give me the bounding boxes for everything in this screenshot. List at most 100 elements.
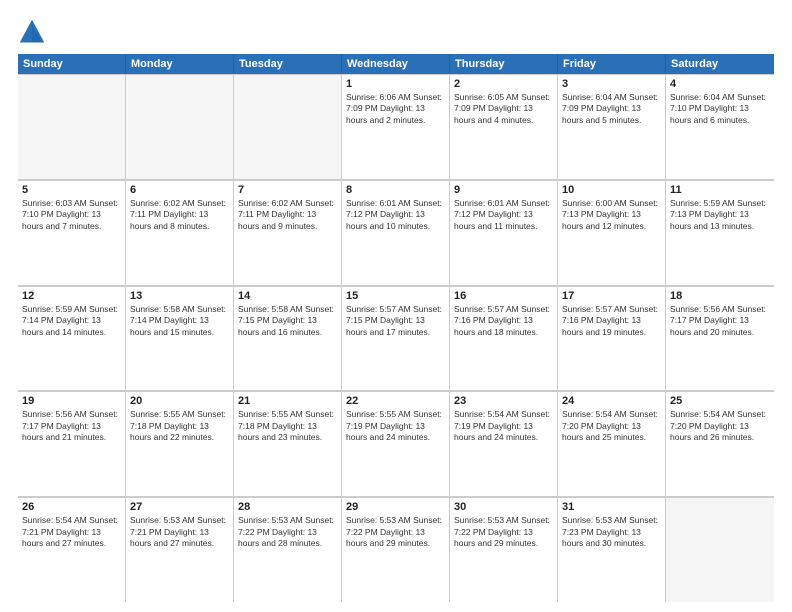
calendar-cell: 24Sunrise: 5:54 AM Sunset: 7:20 PM Dayli… bbox=[558, 391, 666, 496]
calendar-cell: 20 Sunrise: 5:55 AM Sunset: 7:18 PM Dayli… bbox=[126, 391, 234, 496]
day-number: 2 bbox=[454, 78, 553, 90]
day-number: 8 bbox=[346, 184, 445, 196]
calendar-cell: 22 Sunrise: 5:55 AM Sunset: 7:19 PM Dayli… bbox=[342, 391, 450, 496]
day-number: 15 bbox=[346, 290, 445, 302]
calendar-cell: 7Sunrise: 6:02 AM Sunset: 7:11 PM Daylig… bbox=[234, 180, 342, 285]
day-number: 7 bbox=[238, 184, 337, 196]
day-info: Sunrise: 5:58 AM Sunset: 7:15 PM Dayligh… bbox=[238, 304, 337, 338]
day-info: Sunrise: 6:04 AM Sunset: 7:10 PM Dayligh… bbox=[670, 92, 770, 126]
day-number: 1 bbox=[346, 78, 445, 90]
day-info: Sunrise: 5:56 AM Sunset: 7:17 PM Dayligh… bbox=[670, 304, 770, 338]
day-info: Sunrise: 5:57 AM Sunset: 7:15 PM Dayligh… bbox=[346, 304, 445, 338]
calendar-cell: 21 Sunrise: 5:55 AM Sunset: 7:18 PM Dayli… bbox=[234, 391, 342, 496]
calendar-cell: 2 Sunrise: 6:05 AM Sunset: 7:09 PM Daylig… bbox=[450, 74, 558, 179]
day-number: 9 bbox=[454, 184, 553, 196]
calendar-cell: 10Sunrise: 6:00 AM Sunset: 7:13 PM Dayli… bbox=[558, 180, 666, 285]
day-number: 23 bbox=[454, 395, 553, 407]
calendar-cell: 6 Sunrise: 6:02 AM Sunset: 7:11 PM Daylig… bbox=[126, 180, 234, 285]
day-info: Sunrise: 6:01 AM Sunset: 7:12 PM Dayligh… bbox=[454, 198, 553, 232]
calendar-cell: 11Sunrise: 5:59 AM Sunset: 7:13 PM Dayli… bbox=[666, 180, 774, 285]
page: SundayMondayTuesdayWednesdayThursdayFrid… bbox=[0, 0, 792, 612]
day-info: Sunrise: 5:53 AM Sunset: 7:22 PM Dayligh… bbox=[454, 515, 553, 549]
day-number: 4 bbox=[670, 78, 770, 90]
calendar-cell bbox=[666, 497, 774, 602]
calendar-row: 12 Sunrise: 5:59 AM Sunset: 7:14 PM Dayli… bbox=[18, 286, 774, 392]
calendar-cell: 25 Sunrise: 5:54 AM Sunset: 7:20 PM Dayli… bbox=[666, 391, 774, 496]
day-info: Sunrise: 5:58 AM Sunset: 7:14 PM Dayligh… bbox=[130, 304, 229, 338]
day-info: Sunrise: 6:04 AM Sunset: 7:09 PM Dayligh… bbox=[562, 92, 661, 126]
calendar: SundayMondayTuesdayWednesdayThursdayFrid… bbox=[18, 54, 774, 602]
calendar-body: 1 Sunrise: 6:06 AM Sunset: 7:09 PM Daylig… bbox=[18, 74, 774, 602]
day-number: 24 bbox=[562, 395, 661, 407]
day-info: Sunrise: 5:57 AM Sunset: 7:16 PM Dayligh… bbox=[562, 304, 661, 338]
day-info: Sunrise: 5:53 AM Sunset: 7:22 PM Dayligh… bbox=[346, 515, 445, 549]
day-info: Sunrise: 5:55 AM Sunset: 7:19 PM Dayligh… bbox=[346, 409, 445, 443]
day-number: 29 bbox=[346, 501, 445, 513]
day-number: 21 bbox=[238, 395, 337, 407]
calendar-cell: 13 Sunrise: 5:58 AM Sunset: 7:14 PM Dayli… bbox=[126, 286, 234, 391]
day-number: 25 bbox=[670, 395, 770, 407]
calendar-cell bbox=[18, 74, 126, 179]
day-number: 19 bbox=[22, 395, 121, 407]
calendar-cell: 9 Sunrise: 6:01 AM Sunset: 7:12 PM Daylig… bbox=[450, 180, 558, 285]
calendar-cell: 26Sunrise: 5:54 AM Sunset: 7:21 PM Dayli… bbox=[18, 497, 126, 602]
day-number: 10 bbox=[562, 184, 661, 196]
calendar-header-day: Thursday bbox=[450, 54, 558, 74]
day-info: Sunrise: 6:06 AM Sunset: 7:09 PM Dayligh… bbox=[346, 92, 445, 126]
day-info: Sunrise: 5:55 AM Sunset: 7:18 PM Dayligh… bbox=[238, 409, 337, 443]
calendar-cell: 16 Sunrise: 5:57 AM Sunset: 7:16 PM Dayli… bbox=[450, 286, 558, 391]
calendar-cell: 27 Sunrise: 5:53 AM Sunset: 7:21 PM Dayli… bbox=[126, 497, 234, 602]
day-info: Sunrise: 5:55 AM Sunset: 7:18 PM Dayligh… bbox=[130, 409, 229, 443]
day-number: 14 bbox=[238, 290, 337, 302]
calendar-cell bbox=[234, 74, 342, 179]
calendar-cell: 3Sunrise: 6:04 AM Sunset: 7:09 PM Daylig… bbox=[558, 74, 666, 179]
calendar-header-day: Monday bbox=[126, 54, 234, 74]
day-number: 16 bbox=[454, 290, 553, 302]
day-number: 18 bbox=[670, 290, 770, 302]
calendar-cell: 18 Sunrise: 5:56 AM Sunset: 7:17 PM Dayli… bbox=[666, 286, 774, 391]
calendar-cell bbox=[126, 74, 234, 179]
day-number: 20 bbox=[130, 395, 229, 407]
logo bbox=[18, 18, 50, 46]
calendar-cell: 1 Sunrise: 6:06 AM Sunset: 7:09 PM Daylig… bbox=[342, 74, 450, 179]
calendar-header-day: Friday bbox=[558, 54, 666, 74]
day-info: Sunrise: 5:59 AM Sunset: 7:13 PM Dayligh… bbox=[670, 198, 770, 232]
calendar-cell: 28Sunrise: 5:53 AM Sunset: 7:22 PM Dayli… bbox=[234, 497, 342, 602]
day-number: 27 bbox=[130, 501, 229, 513]
calendar-cell: 14 Sunrise: 5:58 AM Sunset: 7:15 PM Dayli… bbox=[234, 286, 342, 391]
day-info: Sunrise: 5:56 AM Sunset: 7:17 PM Dayligh… bbox=[22, 409, 121, 443]
day-number: 22 bbox=[346, 395, 445, 407]
day-number: 13 bbox=[130, 290, 229, 302]
day-number: 12 bbox=[22, 290, 121, 302]
calendar-header-day: Wednesday bbox=[342, 54, 450, 74]
day-info: Sunrise: 5:53 AM Sunset: 7:21 PM Dayligh… bbox=[130, 515, 229, 549]
calendar-header-day: Tuesday bbox=[234, 54, 342, 74]
calendar-cell: 12 Sunrise: 5:59 AM Sunset: 7:14 PM Dayli… bbox=[18, 286, 126, 391]
logo-icon bbox=[18, 18, 46, 46]
calendar-header-day: Sunday bbox=[18, 54, 126, 74]
day-number: 5 bbox=[22, 184, 121, 196]
day-info: Sunrise: 5:53 AM Sunset: 7:23 PM Dayligh… bbox=[562, 515, 661, 549]
day-number: 17 bbox=[562, 290, 661, 302]
calendar-header: SundayMondayTuesdayWednesdayThursdayFrid… bbox=[18, 54, 774, 74]
day-info: Sunrise: 6:02 AM Sunset: 7:11 PM Dayligh… bbox=[130, 198, 229, 232]
day-number: 31 bbox=[562, 501, 661, 513]
day-info: Sunrise: 6:05 AM Sunset: 7:09 PM Dayligh… bbox=[454, 92, 553, 126]
calendar-cell: 19 Sunrise: 5:56 AM Sunset: 7:17 PM Dayli… bbox=[18, 391, 126, 496]
day-info: Sunrise: 5:59 AM Sunset: 7:14 PM Dayligh… bbox=[22, 304, 121, 338]
day-info: Sunrise: 6:01 AM Sunset: 7:12 PM Dayligh… bbox=[346, 198, 445, 232]
day-info: Sunrise: 5:54 AM Sunset: 7:20 PM Dayligh… bbox=[670, 409, 770, 443]
day-info: Sunrise: 5:54 AM Sunset: 7:21 PM Dayligh… bbox=[22, 515, 121, 549]
calendar-cell: 15 Sunrise: 5:57 AM Sunset: 7:15 PM Dayli… bbox=[342, 286, 450, 391]
header bbox=[18, 18, 774, 46]
day-info: Sunrise: 5:57 AM Sunset: 7:16 PM Dayligh… bbox=[454, 304, 553, 338]
calendar-cell: 17 Sunrise: 5:57 AM Sunset: 7:16 PM Dayli… bbox=[558, 286, 666, 391]
calendar-cell: 23 Sunrise: 5:54 AM Sunset: 7:19 PM Dayli… bbox=[450, 391, 558, 496]
day-info: Sunrise: 6:03 AM Sunset: 7:10 PM Dayligh… bbox=[22, 198, 121, 232]
day-number: 30 bbox=[454, 501, 553, 513]
day-info: Sunrise: 5:54 AM Sunset: 7:19 PM Dayligh… bbox=[454, 409, 553, 443]
day-info: Sunrise: 5:53 AM Sunset: 7:22 PM Dayligh… bbox=[238, 515, 337, 549]
calendar-cell: 4 Sunrise: 6:04 AM Sunset: 7:10 PM Daylig… bbox=[666, 74, 774, 179]
day-number: 6 bbox=[130, 184, 229, 196]
calendar-row: 1 Sunrise: 6:06 AM Sunset: 7:09 PM Daylig… bbox=[18, 74, 774, 180]
